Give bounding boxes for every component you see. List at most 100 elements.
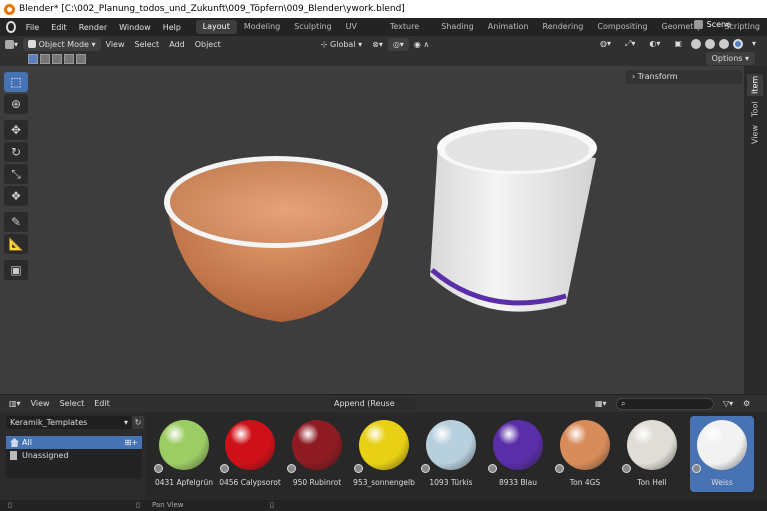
transform-panel-header[interactable]: › Transform <box>626 70 742 84</box>
solid-shading-icon[interactable] <box>704 38 715 49</box>
tab-modeling[interactable]: Modeling <box>237 20 287 34</box>
material-icon <box>622 464 631 473</box>
proportional-edit-icon[interactable]: ◉ ∧ <box>409 38 434 51</box>
asset-tile[interactable]: 0456 Calypsorot <box>218 416 282 492</box>
catalog-item-unassigned[interactable]: Unassigned <box>6 449 142 462</box>
chevron-right-icon: › <box>632 72 636 81</box>
snap-icon[interactable]: ◎▾ <box>387 37 409 51</box>
material-preview <box>159 420 209 470</box>
asset-browser-header: ▥▾ View Select Edit Append (Reuse Data) … <box>0 394 767 420</box>
tab-view[interactable]: View <box>747 124 763 146</box>
transform-tool-icon[interactable]: ❖ <box>4 186 28 206</box>
material-icon <box>421 464 430 473</box>
gear-icon[interactable]: ⚙ <box>738 397 755 410</box>
tab-tool[interactable]: Tool <box>747 98 763 120</box>
orientation-label: Global <box>330 39 356 49</box>
material-icon <box>354 464 363 473</box>
asset-tile[interactable]: 8933 Blau <box>486 416 550 492</box>
orientation-selector[interactable]: ⊹ Global ▾ <box>316 38 367 51</box>
library-label: Keramik_Templates <box>10 418 88 427</box>
tab-shading[interactable]: Shading <box>434 20 481 34</box>
asset-tile-selected[interactable]: Weiss <box>690 416 754 492</box>
visibility-icon[interactable]: ◍▾ <box>595 37 616 50</box>
select-invert-icon[interactable] <box>64 54 74 64</box>
wireframe-shading-icon[interactable] <box>690 38 701 49</box>
select-subtract-icon[interactable] <box>52 54 62 64</box>
blender-menu-icon[interactable] <box>6 21 16 33</box>
xray-icon[interactable]: ▣ <box>669 37 687 50</box>
asset-tile[interactable]: Ton Hell <box>620 416 684 492</box>
asset-label: 0456 Calypsorot <box>219 478 281 487</box>
asset-label: 950 Rubinrot <box>292 478 342 487</box>
refresh-icon[interactable]: ↻ <box>132 416 144 429</box>
transform-panel-title: Transform <box>637 72 678 81</box>
asset-search-input[interactable]: ⌕ <box>616 398 714 410</box>
menu-select[interactable]: Select <box>130 38 165 51</box>
viewport-header: ▾ Object Mode ▾ View Select Add Object ⊹… <box>0 36 767 52</box>
unassigned-icon <box>10 451 17 460</box>
asset-tile[interactable]: 0431 Apfelgrün <box>152 416 216 492</box>
menu-add[interactable]: Add <box>164 38 190 51</box>
overlay-icon[interactable]: ◐▾ <box>644 37 665 50</box>
tab-compositing[interactable]: Compositing <box>590 20 654 34</box>
bowl-object[interactable] <box>160 150 400 330</box>
title-bar: Blender* [C:\002_Planung_todos_und_Zukun… <box>0 0 767 18</box>
tab-item[interactable]: Item <box>747 74 763 96</box>
3d-viewport[interactable]: ⬚ ⊕ ✥ ↻ ⤡ ❖ ✎ 📐 ▣ › Transform <box>0 66 744 394</box>
menu-render[interactable]: Render <box>73 23 113 32</box>
asset-editor-type-button[interactable]: ▥▾ <box>4 397 26 410</box>
scene-selector[interactable]: Scene <box>693 20 731 29</box>
menu-help[interactable]: Help <box>157 23 187 32</box>
editor-type-button[interactable]: ▾ <box>0 38 23 51</box>
material-preview <box>493 420 543 470</box>
rendered-shading-icon[interactable] <box>732 38 743 49</box>
select-intersect-icon[interactable] <box>76 54 86 64</box>
asset-menu-edit[interactable]: Edit <box>89 397 115 410</box>
tab-sculpting[interactable]: Sculpting <box>287 20 338 34</box>
move-tool-icon[interactable]: ✥ <box>4 120 28 140</box>
measure-tool-icon[interactable]: 📐 <box>4 234 28 254</box>
menu-window[interactable]: Window <box>113 23 157 32</box>
cursor-tool-icon[interactable]: ⊕ <box>4 94 28 114</box>
material-icon <box>154 464 163 473</box>
menu-edit[interactable]: Edit <box>45 23 73 32</box>
material-preview <box>697 420 747 470</box>
material-shading-icon[interactable] <box>718 38 729 49</box>
import-method-dropdown[interactable]: Append (Reuse Data) ▾ <box>330 398 416 420</box>
annotate-tool-icon[interactable]: ✎ <box>4 212 28 232</box>
display-mode-icon[interactable]: ▦▾ <box>590 397 612 410</box>
material-preview <box>426 420 476 470</box>
mode-selector[interactable]: Object Mode ▾ <box>23 37 101 51</box>
material-preview <box>359 420 409 470</box>
select-extend-icon[interactable] <box>40 54 50 64</box>
tab-rendering[interactable]: Rendering <box>536 20 591 34</box>
asset-tile[interactable]: 953_sonnengelb <box>352 416 416 492</box>
asset-tile[interactable]: 950 Rubinrot <box>285 416 349 492</box>
menu-view[interactable]: View <box>101 38 130 51</box>
tab-animation[interactable]: Animation <box>481 20 536 34</box>
menu-object[interactable]: Object <box>190 38 226 51</box>
asset-menu-select[interactable]: Select <box>55 397 90 410</box>
tab-uv-editing[interactable]: UV Editing <box>339 20 383 45</box>
options-button[interactable]: Options ▾ <box>705 52 755 65</box>
status-bar: ▯ ▯ Pan View ▯ <box>0 500 767 511</box>
asset-tile[interactable]: Ton 4GS <box>553 416 617 492</box>
tab-layout[interactable]: Layout <box>195 20 237 34</box>
shading-options-icon[interactable]: ▾ <box>747 37 761 50</box>
filter-icon[interactable]: ▽▾ <box>718 397 738 410</box>
gizmo-icon[interactable]: ⤢▾ <box>620 37 640 50</box>
add-cube-tool-icon[interactable]: ▣ <box>4 260 28 280</box>
pivot-icon[interactable]: ⊗▾ <box>367 38 388 51</box>
scale-tool-icon[interactable]: ⤡ <box>4 164 28 184</box>
asset-tile[interactable]: 1093 Türkis <box>419 416 483 492</box>
select-new-icon[interactable] <box>28 54 38 64</box>
cup-object[interactable] <box>428 118 608 338</box>
asset-menu-view[interactable]: View <box>26 397 55 410</box>
add-catalog-icon[interactable]: ⊞+ <box>125 436 138 449</box>
select-box-tool-icon[interactable]: ⬚ <box>4 72 28 92</box>
library-selector[interactable]: Keramik_Templates ▾ <box>6 416 132 429</box>
menu-file[interactable]: File <box>20 23 45 32</box>
rotate-tool-icon[interactable]: ↻ <box>4 142 28 162</box>
tab-texture-paint[interactable]: Texture Paint <box>383 20 434 45</box>
catalog-item-all[interactable]: All ⊞+ <box>6 436 142 449</box>
